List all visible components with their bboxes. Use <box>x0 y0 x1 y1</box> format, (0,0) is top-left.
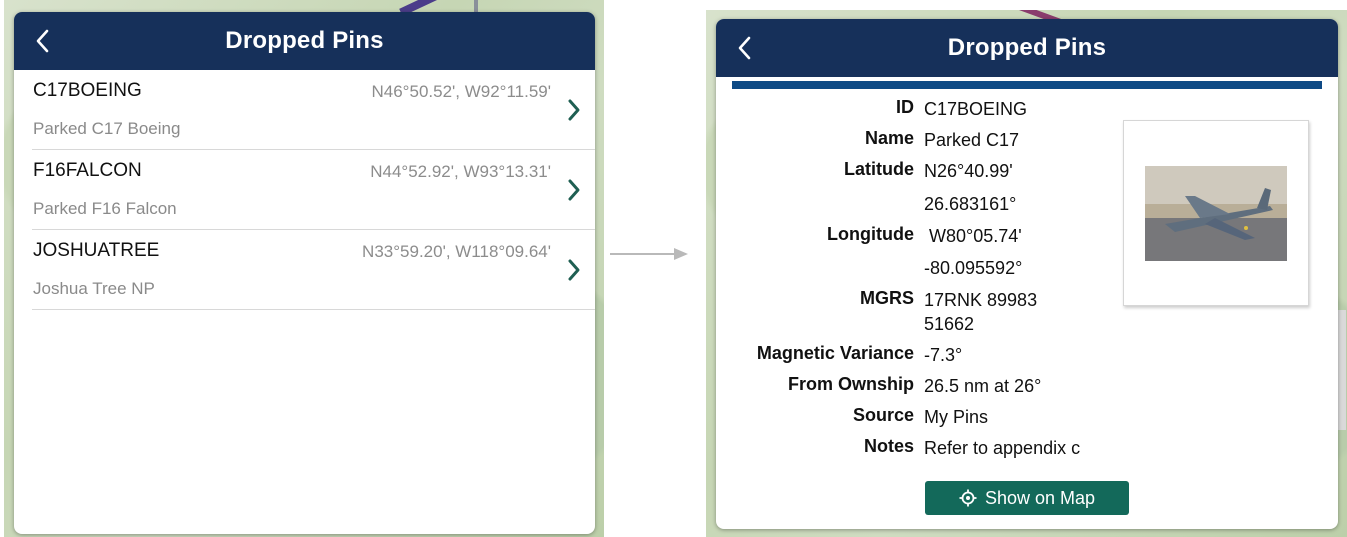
pin-list: C17BOEING N46°50.52', W92°11.59' Parked … <box>14 70 595 310</box>
chevron-right-icon <box>568 99 580 121</box>
pin-description: Parked F16 Falcon <box>33 199 177 218</box>
dropped-pins-list-panel: Dropped Pins C17BOEING N46°50.52', W92°1… <box>14 12 595 534</box>
field-value: Parked C17 <box>924 130 1020 150</box>
pin-description: Parked C17 Boeing <box>33 119 181 138</box>
pin-coordinates: N33°59.20', W118°09.64' <box>362 242 551 261</box>
field-value: 51662 <box>924 314 975 334</box>
aircraft-photo <box>1145 166 1287 261</box>
field-value: -7.3° <box>924 345 963 365</box>
field-label: ID <box>896 97 914 117</box>
pin-description: Joshua Tree NP <box>33 279 155 298</box>
field-value: 26.683161° <box>924 194 1017 214</box>
pin-id: C17BOEING <box>33 80 142 101</box>
field-label: Name <box>864 128 914 148</box>
pin-coordinates: N44°52.92', W93°13.31' <box>370 162 551 181</box>
field-label: Longitude <box>827 224 914 244</box>
arrow-right-icon <box>610 248 688 260</box>
field-value: C17BOEING <box>924 99 1028 119</box>
field-value: -80.095592° <box>924 258 1023 278</box>
field-label: MGRS <box>860 288 914 308</box>
back-button[interactable] <box>732 33 756 63</box>
chevron-right-icon <box>568 179 580 201</box>
list-item[interactable]: C17BOEING N46°50.52', W92°11.59' Parked … <box>32 70 595 150</box>
field-value: 17RNK 89983 <box>924 290 1038 310</box>
field-label: Source <box>852 405 914 425</box>
aircraft-image <box>1145 166 1287 261</box>
page-title: Dropped Pins <box>947 34 1107 61</box>
field-label: Latitude <box>844 159 914 179</box>
field-label: Magnetic Variance <box>756 343 914 363</box>
list-item[interactable]: F16FALCON N44°52.92', W93°13.31' Parked … <box>32 150 595 230</box>
back-button[interactable] <box>30 26 54 56</box>
field-value: N26°40.99' <box>924 161 1013 181</box>
field-value: Refer to appendix c <box>924 438 1081 458</box>
show-on-map-label: Show on Map <box>984 487 1096 508</box>
pin-detail-panel: Dropped Pins ID C17BOEING Name Parked C1… <box>716 19 1338 529</box>
nav-bar: Dropped Pins <box>716 19 1338 77</box>
target-icon <box>959 489 977 507</box>
show-on-map-button[interactable]: Show on Map <box>925 481 1129 515</box>
page-title: Dropped Pins <box>225 27 384 54</box>
pin-id: F16FALCON <box>33 160 142 181</box>
pin-id: JOSHUATREE <box>33 240 160 261</box>
chevron-left-icon <box>738 36 751 60</box>
accent-divider <box>732 81 1322 89</box>
chevron-left-icon <box>36 29 49 53</box>
field-label: Notes <box>863 436 914 456</box>
field-value: W80°05.74' <box>924 226 1022 246</box>
pin-coordinates: N46°50.52', W92°11.59' <box>371 82 552 101</box>
list-item[interactable]: JOSHUATREE N33°59.20', W118°09.64' Joshu… <box>32 230 595 310</box>
nav-bar: Dropped Pins <box>14 12 595 70</box>
field-label: From Ownship <box>788 374 914 394</box>
field-value: My Pins <box>924 407 989 427</box>
field-value: 26.5 nm at 26° <box>924 376 1042 396</box>
pin-photo-thumbnail[interactable] <box>1123 120 1309 306</box>
chevron-right-icon <box>568 259 580 281</box>
